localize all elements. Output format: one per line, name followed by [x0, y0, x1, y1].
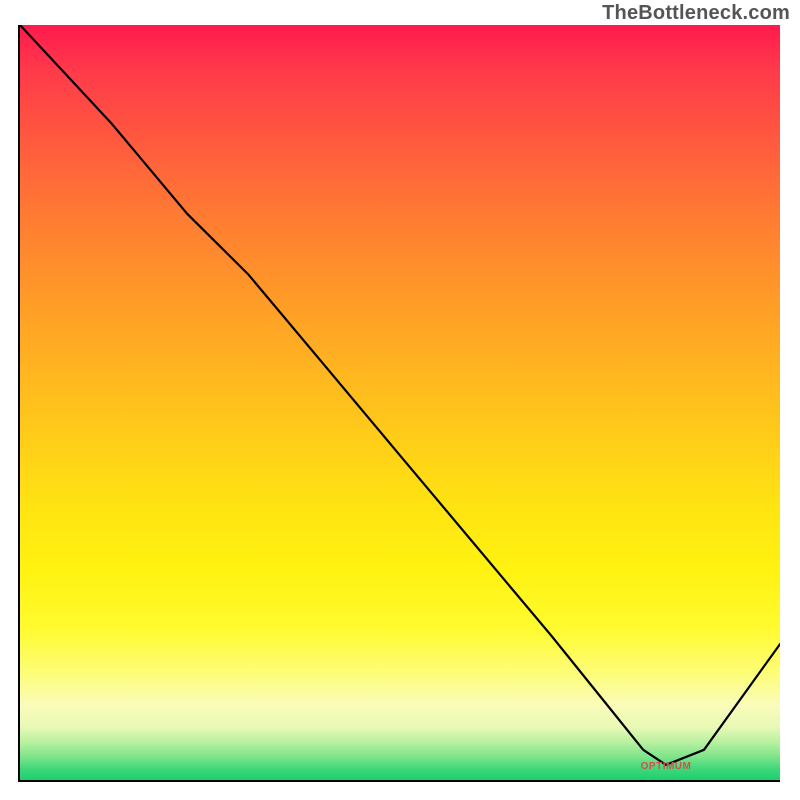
x-axis-line — [20, 780, 780, 782]
bottleneck-curve — [20, 25, 780, 765]
optimum-marker-label: OPTIMUM — [641, 761, 692, 772]
plot-area: OPTIMUM — [20, 25, 780, 780]
curve-svg — [20, 25, 780, 780]
chart-container: TheBottleneck.com OPTIMUM — [0, 0, 800, 800]
attribution-label: TheBottleneck.com — [602, 2, 790, 25]
